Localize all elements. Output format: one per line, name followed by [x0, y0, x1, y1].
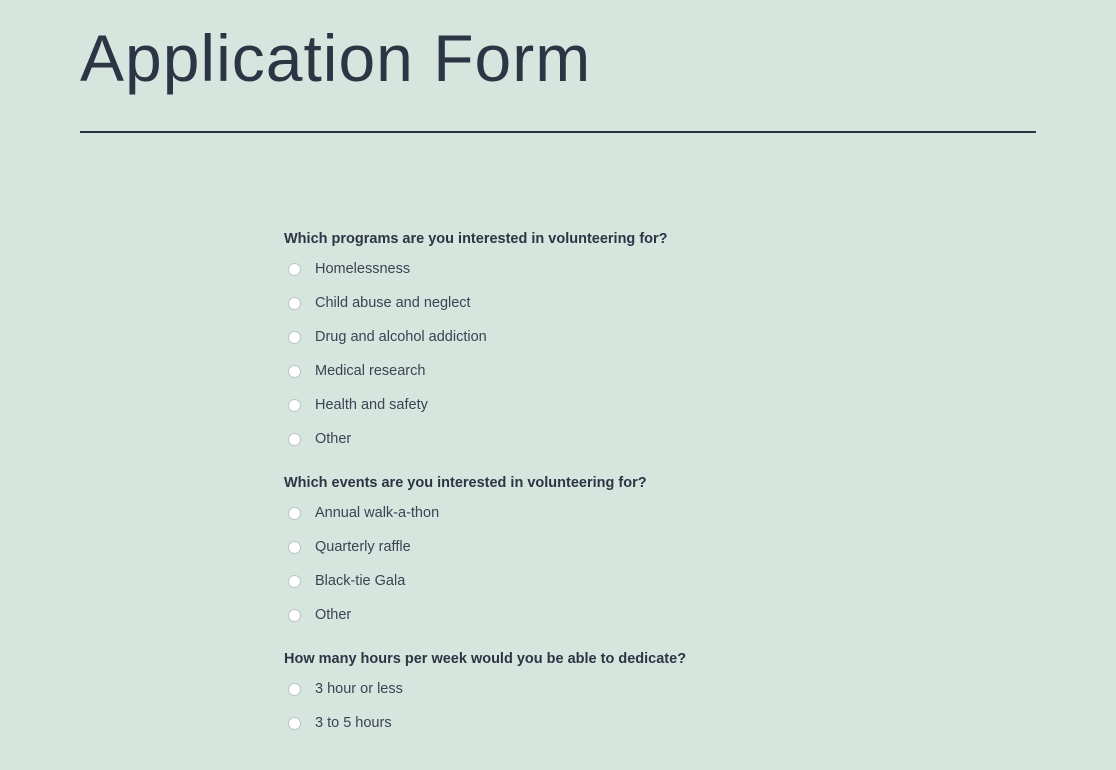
header-divider — [80, 131, 1036, 133]
radio-health-safety[interactable] — [288, 399, 301, 412]
option-row[interactable]: Quarterly raffle — [288, 539, 1036, 555]
option-label: 3 hour or less — [315, 681, 403, 697]
option-label: Annual walk-a-thon — [315, 505, 439, 521]
option-label: Black-tie Gala — [315, 573, 405, 589]
option-row[interactable]: Other — [288, 607, 1036, 623]
question-events: Which events are you interested in volun… — [284, 475, 1036, 623]
question-label: Which programs are you interested in vol… — [284, 231, 1036, 247]
option-row[interactable]: 3 hour or less — [288, 681, 1036, 697]
question-programs: Which programs are you interested in vol… — [284, 231, 1036, 447]
question-hours: How many hours per week would you be abl… — [284, 651, 1036, 731]
radio-medical-research[interactable] — [288, 365, 301, 378]
radio-3-or-less[interactable] — [288, 683, 301, 696]
option-label: Child abuse and neglect — [315, 295, 471, 311]
option-row[interactable]: Health and safety — [288, 397, 1036, 413]
option-row[interactable]: Drug and alcohol addiction — [288, 329, 1036, 345]
radio-raffle[interactable] — [288, 541, 301, 554]
option-row[interactable]: Child abuse and neglect — [288, 295, 1036, 311]
question-label: How many hours per week would you be abl… — [284, 651, 1036, 667]
option-label: Health and safety — [315, 397, 428, 413]
option-label: 3 to 5 hours — [315, 715, 392, 731]
option-row[interactable]: 3 to 5 hours — [288, 715, 1036, 731]
radio-walkathon[interactable] — [288, 507, 301, 520]
form-container: Which programs are you interested in vol… — [284, 231, 1116, 731]
option-label: Other — [315, 607, 351, 623]
option-row[interactable]: Annual walk-a-thon — [288, 505, 1036, 521]
option-label: Quarterly raffle — [315, 539, 411, 555]
page-title: Application Form — [80, 20, 1116, 96]
radio-3-to-5[interactable] — [288, 717, 301, 730]
radio-other-programs[interactable] — [288, 433, 301, 446]
radio-other-events[interactable] — [288, 609, 301, 622]
question-label: Which events are you interested in volun… — [284, 475, 1036, 491]
option-row[interactable]: Homelessness — [288, 261, 1036, 277]
radio-gala[interactable] — [288, 575, 301, 588]
option-row[interactable]: Other — [288, 431, 1036, 447]
radio-child-abuse[interactable] — [288, 297, 301, 310]
radio-homelessness[interactable] — [288, 263, 301, 276]
radio-drug-alcohol[interactable] — [288, 331, 301, 344]
option-label: Drug and alcohol addiction — [315, 329, 487, 345]
option-row[interactable]: Medical research — [288, 363, 1036, 379]
option-label: Homelessness — [315, 261, 410, 277]
option-label: Medical research — [315, 363, 425, 379]
option-row[interactable]: Black-tie Gala — [288, 573, 1036, 589]
option-label: Other — [315, 431, 351, 447]
